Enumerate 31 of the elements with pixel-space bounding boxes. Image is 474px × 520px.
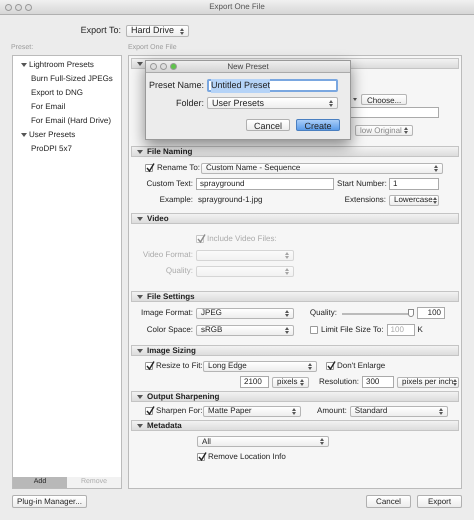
section-title: Output Sharpening <box>147 390 220 402</box>
window-title: Export One File <box>209 1 265 13</box>
field-label: Video Format: <box>142 249 193 261</box>
unit-label: K <box>418 324 423 336</box>
section-title: Image Sizing <box>147 344 196 356</box>
field-label: Remove Location Info <box>208 451 286 463</box>
field-label: Sharpen For: <box>156 405 200 417</box>
field-label: Custom Text: <box>145 178 193 190</box>
field-label: Extensions: <box>344 194 386 206</box>
field-label: Example: <box>158 194 193 206</box>
field-label: Include Video Files: <box>207 233 277 245</box>
field-label: Limit File Size To: <box>321 324 384 336</box>
field-label: Folder: <box>174 96 204 110</box>
field-label: Image Format: <box>140 307 193 319</box>
example-filename: sprayground-1.jpg <box>197 194 264 206</box>
field-label: Preset Name: <box>148 79 204 92</box>
field-label: Rename To: <box>157 162 197 174</box>
field-label: Amount: <box>317 405 347 417</box>
section-title: File Naming <box>147 146 192 158</box>
field-label: Export To: <box>80 24 122 38</box>
section-title: File Settings <box>147 290 195 302</box>
field-label: Don't Enlarge <box>337 360 386 372</box>
section-title: Video <box>147 212 169 224</box>
field-label: Color Space: <box>146 324 193 336</box>
field-label: Quality: <box>164 265 193 277</box>
field-label: Resize to Fit: <box>156 360 200 372</box>
dialog-title: New Preset <box>227 60 269 72</box>
section-title: Metadata <box>147 420 182 432</box>
field-label: Quality: <box>308 307 337 319</box>
field-label: Start Number: <box>337 178 386 190</box>
field-label: Resolution: <box>319 376 360 388</box>
